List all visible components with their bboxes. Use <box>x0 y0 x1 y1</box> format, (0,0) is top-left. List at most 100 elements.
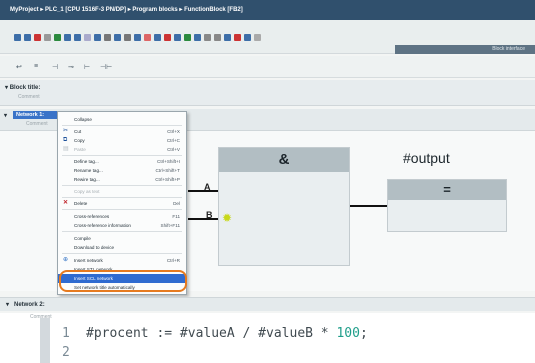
input-a-label: A <box>204 182 211 192</box>
menu-item-label: Compile <box>74 236 91 241</box>
menu-separator <box>62 231 182 232</box>
block-comment[interactable]: Comment <box>18 94 40 100</box>
menu-separator <box>62 185 182 186</box>
insert-network-icon: ⊕ <box>63 257 69 263</box>
menu-shortcut: Ctrl+X <box>167 129 180 134</box>
paste-icon: ▤ <box>63 146 69 152</box>
and-block-label: & <box>219 148 349 172</box>
ladder-tool-icon[interactable]: ⊣⊢ <box>100 63 112 71</box>
menu-item-copy-as-text[interactable]: Copy as text <box>58 187 186 196</box>
toolbar-icon-row <box>14 34 261 41</box>
network2-title-text: Network 2: <box>14 302 45 308</box>
ladder-tool-icon[interactable]: ⊸ <box>68 63 74 71</box>
menu-item-label: Rewire tag... <box>74 177 100 182</box>
menu-shortcut: Del <box>173 201 180 206</box>
menu-item-label: Copy <box>74 138 85 143</box>
menu-item-label: Cross-reference information <box>74 223 131 228</box>
network2-title[interactable]: ▾ Network 2: <box>6 301 45 308</box>
highlight-ring <box>59 270 187 292</box>
toolbar-action-icon[interactable] <box>54 34 61 41</box>
toolbar-action-icon[interactable] <box>74 34 81 41</box>
network1-comment[interactable]: Comment <box>26 121 48 127</box>
toolbar-action-icon[interactable] <box>114 34 121 41</box>
toolbar-action-icon[interactable] <box>204 34 211 41</box>
menu-item-delete[interactable]: ✕ Delete Del <box>58 199 186 208</box>
toolbar-action-icon[interactable] <box>94 34 101 41</box>
output-operand[interactable]: #output <box>403 150 450 166</box>
code-line[interactable]: #procent := #valueA / #valueB * 100; <box>86 326 368 341</box>
ladder-tool-icon[interactable]: ⊣ <box>52 63 58 71</box>
ladder-tool-icon[interactable]: ⊢ <box>84 63 90 71</box>
line-number: 2 <box>62 345 70 360</box>
menu-shortcut: Ctrl+C <box>166 138 180 143</box>
menu-item-cut[interactable]: ✂ Cut Ctrl+X <box>58 127 186 136</box>
toolbar-action-icon[interactable] <box>134 34 141 41</box>
menu-shortcut: Ctrl+R <box>166 258 180 263</box>
toolbar-action-icon[interactable] <box>104 34 111 41</box>
menu-item-compile[interactable]: Compile <box>58 234 186 243</box>
menu-item-label: Copy as text <box>74 189 100 194</box>
code-gutter <box>40 318 50 363</box>
insert-star-icon[interactable]: ✹ <box>222 212 234 224</box>
menu-item-rename-tag[interactable]: Rename tag... Ctrl+Shift+T <box>58 166 186 175</box>
menu-item-insert-network[interactable]: ⊕ Insert network Ctrl+R <box>58 256 186 265</box>
code-text: #procent := #valueA / #valueB * <box>86 326 337 341</box>
menu-item-rewire-tag[interactable]: Rewire tag... Ctrl+Shift+P <box>58 175 186 184</box>
menu-separator <box>62 253 182 254</box>
toolbar-action-icon[interactable] <box>164 34 171 41</box>
toolbar-action-icon[interactable] <box>214 34 221 41</box>
menu-item-cross-references[interactable]: Cross-references F11 <box>58 212 186 221</box>
and-block[interactable]: & <box>218 147 350 266</box>
toolbar-action-icon[interactable] <box>84 34 91 41</box>
menu-item-paste[interactable]: ▤ Paste Ctrl+V <box>58 145 186 154</box>
assignment-block[interactable]: = <box>387 179 507 232</box>
block-title-section: ▾ Block title: Comment <box>0 80 535 106</box>
delete-icon: ✕ <box>63 200 69 206</box>
menu-item-label: Paste <box>74 147 86 152</box>
ladder-tool-icon[interactable]: ↩ <box>16 63 22 71</box>
toolbar-action-icon[interactable] <box>154 34 161 41</box>
toolbar-action-icon[interactable] <box>64 34 71 41</box>
toolbar-action-icon[interactable] <box>34 34 41 41</box>
menu-shortcut: Ctrl+Shift+T <box>155 168 180 173</box>
menu-item-define-tag[interactable]: Define tag... Ctrl+Shift+I <box>58 157 186 166</box>
menu-separator <box>62 155 182 156</box>
toolbar-action-icon[interactable] <box>144 34 151 41</box>
output-wire <box>350 205 387 207</box>
toolbar-action-icon[interactable] <box>244 34 251 41</box>
network1-collapse-icon[interactable]: ▾ <box>4 112 7 119</box>
toolbar-action-icon[interactable] <box>24 34 31 41</box>
toolbar-action-icon[interactable] <box>44 34 51 41</box>
cut-icon: ✂ <box>63 128 69 134</box>
toolbar-action-icon[interactable] <box>184 34 191 41</box>
toolbar-action-icon[interactable] <box>14 34 21 41</box>
line-number: 1 <box>62 326 70 341</box>
toolbar-action-icon[interactable] <box>194 34 201 41</box>
block-interface-label: Block interface <box>492 46 525 52</box>
menu-shortcut: Ctrl+Shift+P <box>155 177 180 182</box>
copy-icon: ⧉ <box>63 137 68 143</box>
breadcrumb-path: MyProject ▸ PLC_1 [CPU 1516F-3 PN/DP] ▸ … <box>10 7 243 13</box>
assignment-label: = <box>388 180 506 200</box>
toolbar-action-icon[interactable] <box>124 34 131 41</box>
toolbar-action-icon[interactable] <box>224 34 231 41</box>
menu-item-copy[interactable]: ⧉ Copy Ctrl+C <box>58 136 186 145</box>
menu-item-cross-reference-info[interactable]: Cross-reference information Shift+F11 <box>58 221 186 230</box>
ladder-toolbar: ↩ ≡ ⊣ ⊸ ⊢ ⊣⊢ <box>0 56 535 78</box>
menu-item-label: Collapse <box>74 117 92 122</box>
menu-separator <box>62 197 182 198</box>
toolbar-action-icon[interactable] <box>254 34 261 41</box>
block-title-text: Block title: <box>9 85 41 91</box>
menu-item-collapse[interactable]: Collapse <box>58 115 186 124</box>
input-b-wire <box>188 218 218 220</box>
toolbar-action-icon[interactable] <box>234 34 241 41</box>
block-title-label: ▾ Block title: <box>5 85 41 91</box>
code-terminator: ; <box>359 326 368 341</box>
toolbar-action-icon[interactable] <box>174 34 181 41</box>
input-b-label: B <box>206 210 213 220</box>
menu-item-label: Cut <box>74 129 82 134</box>
menu-shortcut: Ctrl+V <box>167 147 180 152</box>
menu-item-download[interactable]: Download to device <box>58 243 186 252</box>
block-interface-bar[interactable]: Block interface <box>395 45 535 54</box>
ladder-tool-icon[interactable]: ≡ <box>34 63 38 70</box>
